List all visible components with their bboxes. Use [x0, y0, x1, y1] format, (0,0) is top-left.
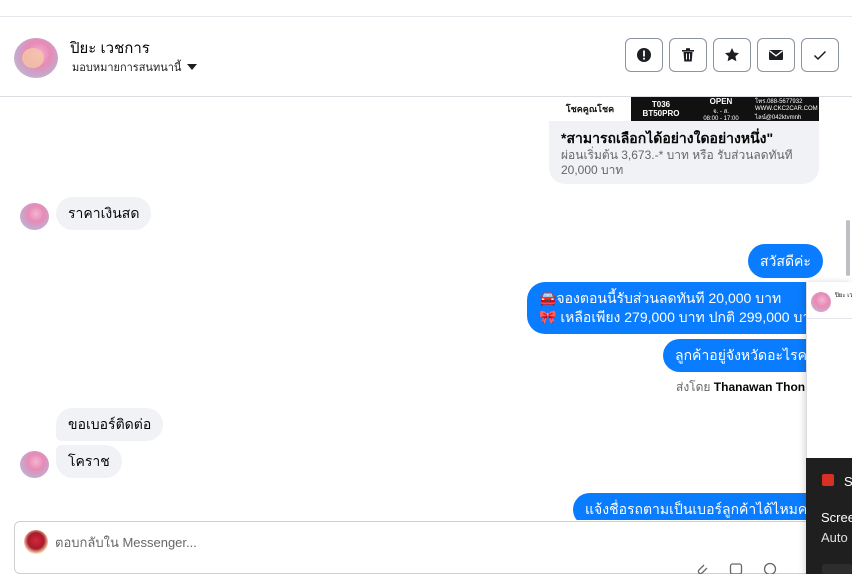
mark-unread-button[interactable] [757, 38, 795, 72]
model-name: BT50PRO [642, 109, 680, 118]
message-line: 🎀 เหลือเพียง 279,000 บาท ปกติ 299,000 บา… [539, 309, 820, 325]
report-button[interactable] [625, 38, 663, 72]
sender-avatar[interactable] [20, 203, 49, 230]
caret-down-icon [187, 64, 198, 70]
outgoing-message[interactable]: 🚘จองตอนนี้รับส่วนลดทันที 20,000 บาท 🎀 เห… [527, 282, 832, 334]
contact-info: โทร.088-5677932 WWW.CKC2CAR.COM ไลน์@042… [755, 99, 818, 121]
envelope-icon [769, 50, 783, 60]
reply-input[interactable] [55, 532, 655, 552]
divider [807, 318, 852, 319]
message-thread[interactable]: โชคคูณโชค T036 BT50PRO OPEN จ. - ส. 08:0… [0, 97, 852, 520]
conversation-header: ปิยะ เวชการ มอบหมายการสนทนานี้ [0, 17, 852, 97]
sent-by-label: ส่งโดย Thanawan Thon [676, 378, 805, 397]
outgoing-message[interactable]: สวัสดีค่ะ [748, 244, 823, 278]
page-avatar [24, 530, 48, 554]
product-banner: โชคคูณโชค T036 BT50PRO OPEN จ. - ส. 08:0… [549, 97, 819, 122]
check-icon [813, 50, 827, 61]
hours-time: 08:00 - 17:00 [703, 115, 739, 122]
assign-label: มอบหมายการสนทนานี้ [72, 62, 182, 74]
snipping-tool-icon [822, 474, 834, 486]
model-info: T036 BT50PRO [631, 100, 691, 118]
saved-replies-icon[interactable] [729, 562, 743, 574]
top-strip [0, 0, 852, 17]
assign-conversation-dropdown[interactable]: มอบหมายการสนทนานี้ [72, 58, 198, 76]
card-title: *สามารถเลือกได้อย่างใดอย่างหนึ่ง" [561, 130, 774, 146]
hours-title: OPEN [709, 97, 733, 106]
header-actions [625, 38, 839, 72]
outgoing-message[interactable]: แจ้งชื่อรถตามเป็นเบอร์ลูกค้าได้ไหมคะ [573, 493, 827, 520]
sent-by-prefix: ส่งโดย [676, 380, 711, 394]
reply-composer [14, 521, 852, 574]
trash-icon [682, 48, 694, 62]
incoming-message[interactable]: ราคาเงินสด [56, 197, 152, 230]
exclamation-icon [637, 48, 651, 62]
contact-avatar[interactable] [14, 38, 58, 78]
sent-by-name: Thanawan Thon [713, 380, 806, 394]
chat-preview-name: ปิยะ เว [835, 293, 852, 299]
emoji-icon[interactable] [763, 562, 777, 574]
incoming-message[interactable]: ขอเบอร์ติดต่อ [56, 408, 164, 441]
message-line: 🚘จองตอนนี้รับส่วนลดทันที 20,000 บาท [539, 290, 782, 306]
attach-icon[interactable] [695, 562, 709, 574]
toast-title: S [844, 474, 852, 489]
star-icon [725, 48, 739, 62]
opening-hours: OPEN จ. - ส. 08:00 - 17:00 [691, 97, 751, 122]
card-description: ผ่อนเริ่มต้น 3,673.-* บาท หรือ รับส่วนลด… [561, 148, 793, 177]
toast-button[interactable] [822, 564, 852, 574]
outgoing-message[interactable]: ลูกค้าอยู่จังหวัดอะไรคะ [663, 339, 827, 372]
delete-button[interactable] [669, 38, 707, 72]
toast-line-1: Scree [821, 510, 852, 525]
product-card[interactable]: โชคคูณโชค T036 BT50PRO OPEN จ. - ส. 08:0… [549, 97, 819, 184]
sender-avatar[interactable] [20, 451, 49, 478]
mark-done-button[interactable] [801, 38, 839, 72]
screenshot-toast[interactable]: S Scree Auto [806, 458, 852, 574]
contact-name[interactable]: ปิยะ เวชการ [70, 36, 150, 60]
model-code: T036 [651, 100, 671, 109]
composer-tools [695, 562, 777, 574]
chat-avatar[interactable] [811, 292, 831, 312]
hours-days: จ. - ส. [713, 108, 729, 115]
incoming-message[interactable]: โคราช [56, 445, 122, 478]
toast-line-2: Auto [821, 530, 848, 545]
brand-logo: โชคคูณโชค [549, 97, 631, 121]
star-button[interactable] [713, 38, 751, 72]
thread-scroll-thumb[interactable] [846, 220, 850, 276]
